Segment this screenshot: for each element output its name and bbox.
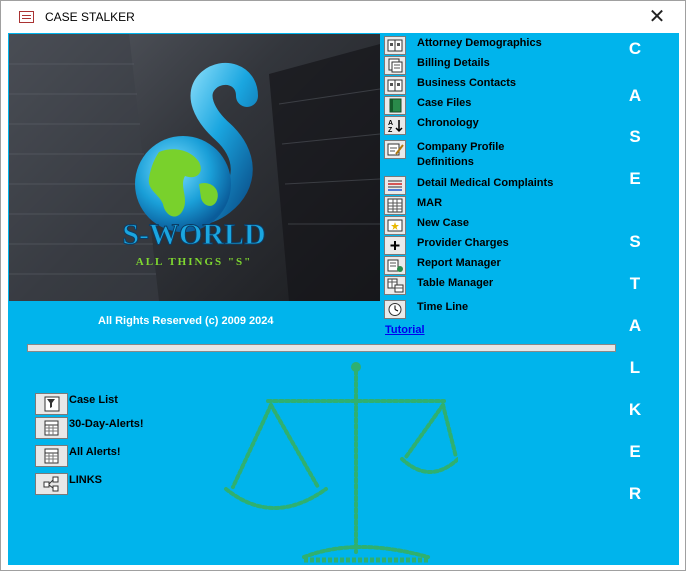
edit-form-icon[interactable] xyxy=(384,140,406,159)
progress-bar xyxy=(27,344,616,352)
copyright-notice: All Rights Reserved (c) 2009 2024 xyxy=(98,315,274,327)
calendar-icon[interactable] xyxy=(35,445,68,467)
title-letter: R xyxy=(628,484,642,503)
menu-label[interactable]: Business Contacts xyxy=(417,76,516,91)
s-world-logo: S-WORLD ALL THINGS "S" xyxy=(9,34,380,301)
table-icon[interactable] xyxy=(384,276,406,295)
new-record-icon[interactable] xyxy=(384,216,406,235)
logo-tagline-text: ALL THINGS "S" xyxy=(136,256,252,268)
case-list-label[interactable]: Case List xyxy=(69,393,118,407)
address-book-icon[interactable] xyxy=(384,76,406,95)
menu-label-line1[interactable]: Company Profile xyxy=(417,141,504,153)
menu-label[interactable]: Time Line xyxy=(417,300,468,315)
report-manager-icon[interactable] xyxy=(384,256,406,275)
title-letter: E xyxy=(629,169,641,188)
main-form: S-WORLD ALL THINGS "S" All Rights Reserv… xyxy=(8,33,679,565)
documents-icon[interactable] xyxy=(384,56,406,75)
tutorial-link[interactable]: Tutorial xyxy=(385,324,425,336)
plus-icon[interactable] xyxy=(384,236,406,255)
title-letter: T xyxy=(629,274,641,293)
menu-label[interactable]: Table Manager xyxy=(417,276,493,291)
menu-label[interactable]: Attorney Demographics xyxy=(417,36,542,51)
menu-label[interactable]: Case Files xyxy=(417,96,471,111)
binder-icon[interactable] xyxy=(384,96,406,115)
svg-text:Z: Z xyxy=(388,127,393,134)
title-letter: A xyxy=(628,316,642,335)
title-letter: E xyxy=(629,442,641,461)
thirty-day-alerts-label[interactable]: 30-Day-Alerts! xyxy=(69,417,144,431)
title-letter: S xyxy=(629,127,641,146)
menu-label[interactable]: Company Profile Definitions xyxy=(417,140,504,170)
grid-icon[interactable] xyxy=(384,196,406,215)
close-button[interactable]: ✕ xyxy=(639,5,675,31)
title-bar: CASE STALKER ✕ xyxy=(1,1,685,33)
menu-label[interactable]: New Case xyxy=(417,216,469,231)
title-letter: S xyxy=(629,232,641,251)
svg-text:A: A xyxy=(388,120,393,127)
network-icon[interactable] xyxy=(35,473,68,495)
menu-label[interactable]: Detail Medical Complaints xyxy=(417,176,553,191)
logo-graphic: S-WORLD ALL THINGS "S" xyxy=(9,34,380,301)
title-letter: A xyxy=(628,86,642,105)
links-label[interactable]: LINKS xyxy=(69,473,102,487)
menu-label[interactable]: MAR xyxy=(417,196,442,211)
scales-of-justice-graphic xyxy=(208,357,460,565)
calendar-icon[interactable] xyxy=(35,417,68,439)
app-window: CASE STALKER ✕ S-WORLD ALL THINGS "S" Al… xyxy=(0,0,686,571)
menu-label[interactable]: Provider Charges xyxy=(417,236,509,251)
menu-label[interactable]: Chronology xyxy=(417,116,479,131)
clock-icon[interactable] xyxy=(384,300,406,319)
all-alerts-label[interactable]: All Alerts! xyxy=(69,445,121,459)
sort-az-icon[interactable]: AZ xyxy=(384,116,406,135)
title-letter: L xyxy=(629,358,641,377)
address-book-icon[interactable] xyxy=(384,36,406,55)
filter-list-icon[interactable] xyxy=(35,393,68,415)
menu-label[interactable]: Billing Details xyxy=(417,56,490,71)
window-title: CASE STALKER xyxy=(45,10,135,24)
access-form-icon xyxy=(19,11,34,23)
menu-label[interactable]: Report Manager xyxy=(417,256,501,271)
title-letter: C xyxy=(628,39,642,58)
title-letter: K xyxy=(628,400,642,419)
menu-label-line2[interactable]: Definitions xyxy=(417,155,504,170)
logo-brand-text: S-WORLD xyxy=(122,218,265,251)
report-icon[interactable] xyxy=(384,176,406,195)
